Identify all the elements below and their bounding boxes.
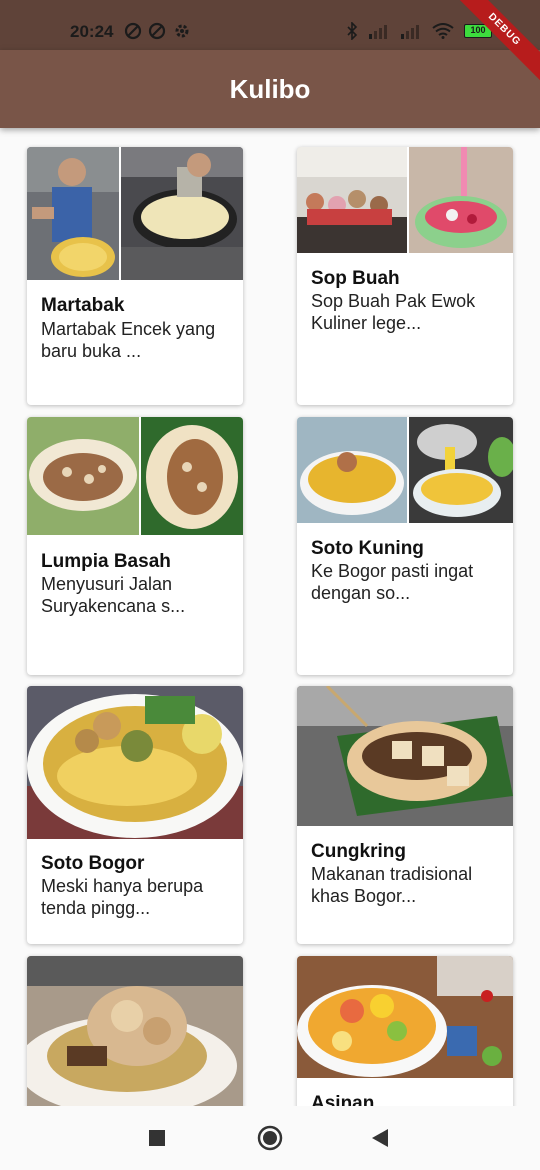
card-title: Soto Kuning: [311, 538, 424, 559]
card-description: Meski hanya berupa tenda pingg...: [41, 876, 204, 918]
food-card-sop-buah[interactable]: Sop Buah Sop Buah Pak Ewok Kuliner lege.…: [297, 147, 513, 405]
food-card-martabak[interactable]: Martabak Martabak Encek yang baru buka .…: [27, 147, 243, 405]
food-image: [297, 956, 513, 1078]
food-image: [297, 417, 513, 523]
food-image: [27, 686, 243, 839]
food-image: [27, 147, 243, 280]
triangle-back-icon[interactable]: [372, 1129, 388, 1147]
app-title: Kulibo: [229, 74, 311, 104]
app-bar: Kulibo: [0, 50, 540, 128]
circle-icon[interactable]: [257, 1125, 283, 1151]
food-grid[interactable]: Martabak Martabak Encek yang baru buka .…: [0, 128, 540, 1106]
food-image: [297, 147, 513, 253]
square-icon[interactable]: [149, 1130, 165, 1146]
card-title: Asinan: [311, 1093, 375, 1106]
card-description: Martabak Encek yang baru buka ...: [41, 319, 216, 361]
signal-icon: [369, 25, 387, 39]
do-not-disturb-icon: [124, 22, 142, 40]
food-image: [27, 956, 243, 1106]
food-card-asinan[interactable]: Asinan: [297, 956, 513, 1106]
food-card-soto-bogor[interactable]: Soto Bogor Meski hanya berupa tenda ping…: [27, 686, 243, 944]
card-description: Makanan tradisional khas Bogor...: [311, 864, 473, 906]
card-description: Sop Buah Pak Ewok Kuliner lege...: [311, 291, 476, 333]
food-card-cungkring[interactable]: Cungkring Makanan tradisional khas Bogor…: [297, 686, 513, 944]
card-title: Soto Bogor: [41, 853, 145, 874]
card-title: Cungkring: [311, 841, 406, 862]
settings-gear-icon: [175, 24, 189, 38]
food-card-lumpia-basah[interactable]: Lumpia Basah Menyusuri Jalan Suryakencan…: [27, 417, 243, 675]
card-description: Menyusuri Jalan Suryakencana s...: [41, 574, 186, 616]
data-saver-icon: [148, 22, 166, 40]
system-nav-bar: [0, 1106, 540, 1170]
food-image: [27, 417, 243, 535]
signal-2-icon: [401, 25, 419, 39]
card-title: Martabak: [41, 295, 125, 316]
status-time: 20:24: [70, 22, 114, 41]
bluetooth-icon: [347, 22, 358, 40]
card-title: Lumpia Basah: [41, 551, 171, 572]
battery-level: 100: [470, 25, 486, 35]
wifi-icon: [432, 23, 454, 39]
food-card-soto-kuning[interactable]: Soto Kuning Ke Bogor pasti ingat dengan …: [297, 417, 513, 675]
food-card-7[interactable]: [27, 956, 243, 1106]
card-title: Sop Buah: [311, 268, 400, 289]
status-right-icons: 100: [346, 22, 492, 40]
status-bar: 20:24 100: [0, 0, 540, 50]
card-description: Ke Bogor pasti ingat dengan so...: [311, 561, 474, 603]
food-image: [297, 686, 513, 826]
